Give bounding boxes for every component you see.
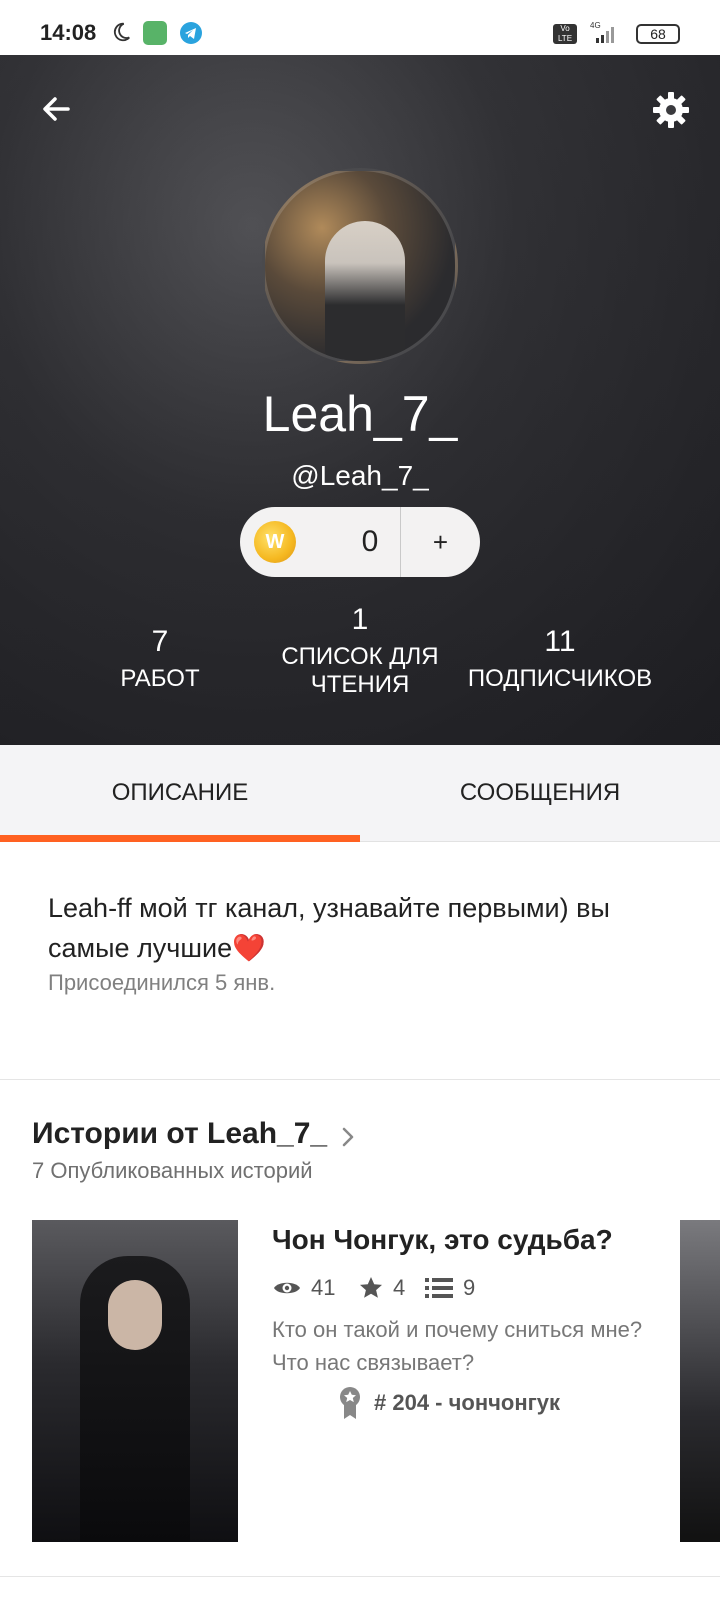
- status-time: 14:08: [40, 20, 97, 45]
- story-rank: # 204 - чончонгук: [374, 1390, 561, 1415]
- volte-icon: Vo LTE: [553, 24, 577, 44]
- telegram-icon: [180, 22, 202, 44]
- eye-icon: [274, 1282, 300, 1294]
- stat-works[interactable]: 7 РАБОТ: [60, 625, 260, 693]
- signal-icon: 4G: [590, 21, 614, 43]
- network-label: 4G: [590, 21, 601, 30]
- app-notification-icon: [143, 21, 167, 45]
- joined-date: Присоединился 5 янв.: [48, 970, 276, 995]
- story-cover[interactable]: [32, 1220, 238, 1542]
- avatar[interactable]: [262, 168, 458, 364]
- stat-reading-lists[interactable]: 1 СПИСОК ДЛЯ ЧТЕНИЯ: [260, 603, 460, 699]
- stories-count: 7 Опубликованных историй: [32, 1158, 313, 1183]
- stat-followers-value: 11: [544, 625, 576, 658]
- profile-display-name: Leah_7_: [262, 386, 458, 442]
- heart-icon: ❤️: [232, 933, 266, 963]
- coins-pill[interactable]: W 0 +: [240, 507, 480, 577]
- profile-tabs: ОПИСАНИЕ СООБЩЕНИЯ: [0, 745, 720, 842]
- stat-works-value: 7: [151, 625, 169, 658]
- moon-icon: [113, 22, 130, 42]
- story-title[interactable]: Чон Чонгук, это судьба?: [272, 1224, 672, 1256]
- stories-section-title[interactable]: Истории от Leah_7_: [32, 1117, 327, 1151]
- stat-reading-lists-label: СПИСОК ДЛЯ ЧТЕНИЯ: [281, 643, 439, 698]
- tab-about[interactable]: ОПИСАНИЕ: [0, 745, 360, 841]
- story-cover-face: [108, 1280, 162, 1350]
- section-divider: [0, 1079, 720, 1080]
- section-divider-bottom: [0, 1576, 720, 1577]
- story-reads: 41: [311, 1275, 336, 1300]
- add-coins-button[interactable]: +: [401, 507, 480, 577]
- avatar-figure: [325, 221, 405, 361]
- stat-followers-label: ПОДПИСЧИКОВ: [467, 665, 653, 692]
- profile-description: Leah-ff мой тг канал, узнавайте первыми)…: [48, 888, 678, 968]
- gear-icon[interactable]: [650, 89, 692, 131]
- stat-followers[interactable]: 11 ПОДПИСЧИКОВ: [460, 625, 660, 693]
- list-icon: [425, 1278, 453, 1298]
- status-bar: 14:08 Vo LTE 4G 68: [0, 0, 720, 55]
- battery-icon: 68: [636, 24, 680, 44]
- profile-handle: @Leah_7_: [291, 460, 429, 491]
- tab-active-indicator: [0, 835, 360, 842]
- profile-description-text: Leah-ff мой тг канал, узнавайте первыми)…: [48, 893, 610, 963]
- stat-reading-lists-value: 1: [351, 603, 369, 636]
- story-votes: 4: [393, 1275, 406, 1300]
- star-icon: [360, 1277, 382, 1298]
- chevron-right-icon[interactable]: [338, 1125, 358, 1149]
- stat-works-label: РАБОТ: [120, 665, 200, 692]
- story-description: Кто он такой и почему сниться мне? Что н…: [272, 1317, 643, 1375]
- next-story-cover[interactable]: [680, 1220, 720, 1542]
- profile-header: Leah_7_ @Leah_7_ W 0 + 7 РАБОТ 1 СПИСОК …: [0, 55, 720, 745]
- ranking-badge-icon: [340, 1387, 360, 1419]
- back-arrow-icon[interactable]: [38, 91, 74, 127]
- tab-messages[interactable]: СООБЩЕНИЯ: [360, 745, 720, 841]
- story-parts: 9: [463, 1275, 476, 1300]
- coin-icon: W: [254, 521, 296, 563]
